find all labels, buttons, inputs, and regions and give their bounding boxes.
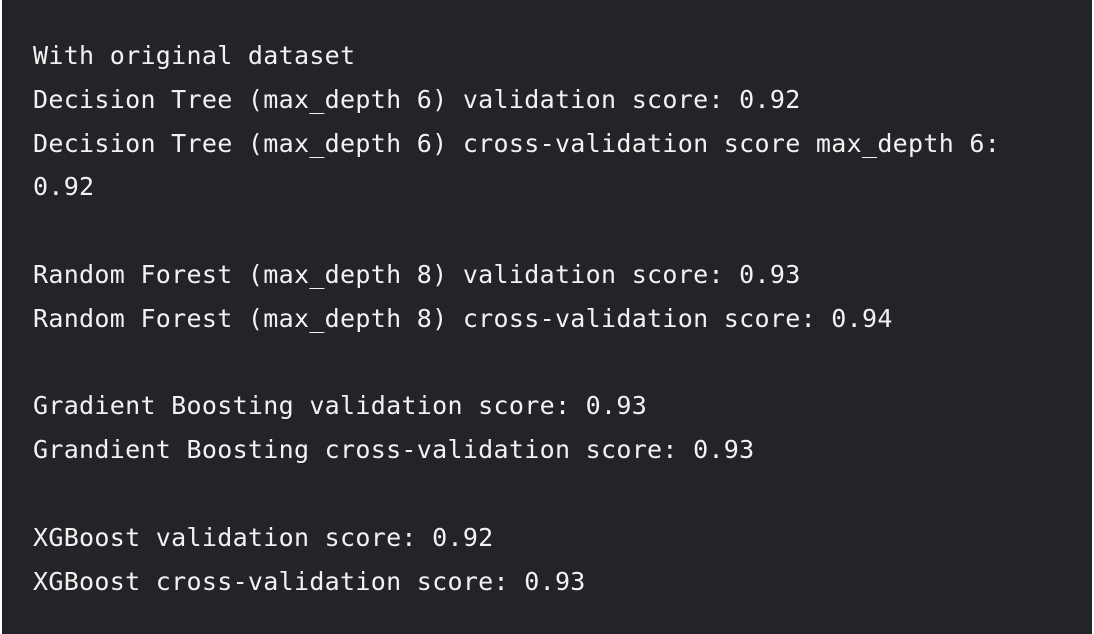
output-blank-line [33, 341, 1061, 385]
output-blank-line [33, 209, 1061, 253]
output-line-gradient-boosting-validation: Gradient Boosting validation score: 0.93 [33, 391, 648, 421]
console-output: With original dataset Decision Tree (max… [2, 0, 1092, 634]
output-line-decision-tree-cv-value: 0.92 [33, 172, 95, 202]
output-line-heading: With original dataset [33, 41, 356, 70]
output-line-random-forest-cv: Random Forest (max_depth 8) cross-valida… [33, 303, 893, 333]
output-line-decision-tree-cv: Decision Tree (max_depth 6) cross-valida… [33, 128, 1001, 158]
output-line-gradient-boosting-cv: Grandient Boosting cross-validation scor… [33, 435, 755, 465]
output-line-xgboost-validation: XGBoost validation score: 0.92 [33, 522, 494, 552]
output-line-xgboost-cv: XGBoost cross-validation score: 0.93 [33, 566, 586, 596]
output-line-random-forest-validation: Random Forest (max_depth 8) validation s… [33, 259, 801, 289]
output-line-decision-tree-validation: Decision Tree (max_depth 6) validation s… [33, 84, 801, 114]
output-blank-line [33, 472, 1061, 516]
